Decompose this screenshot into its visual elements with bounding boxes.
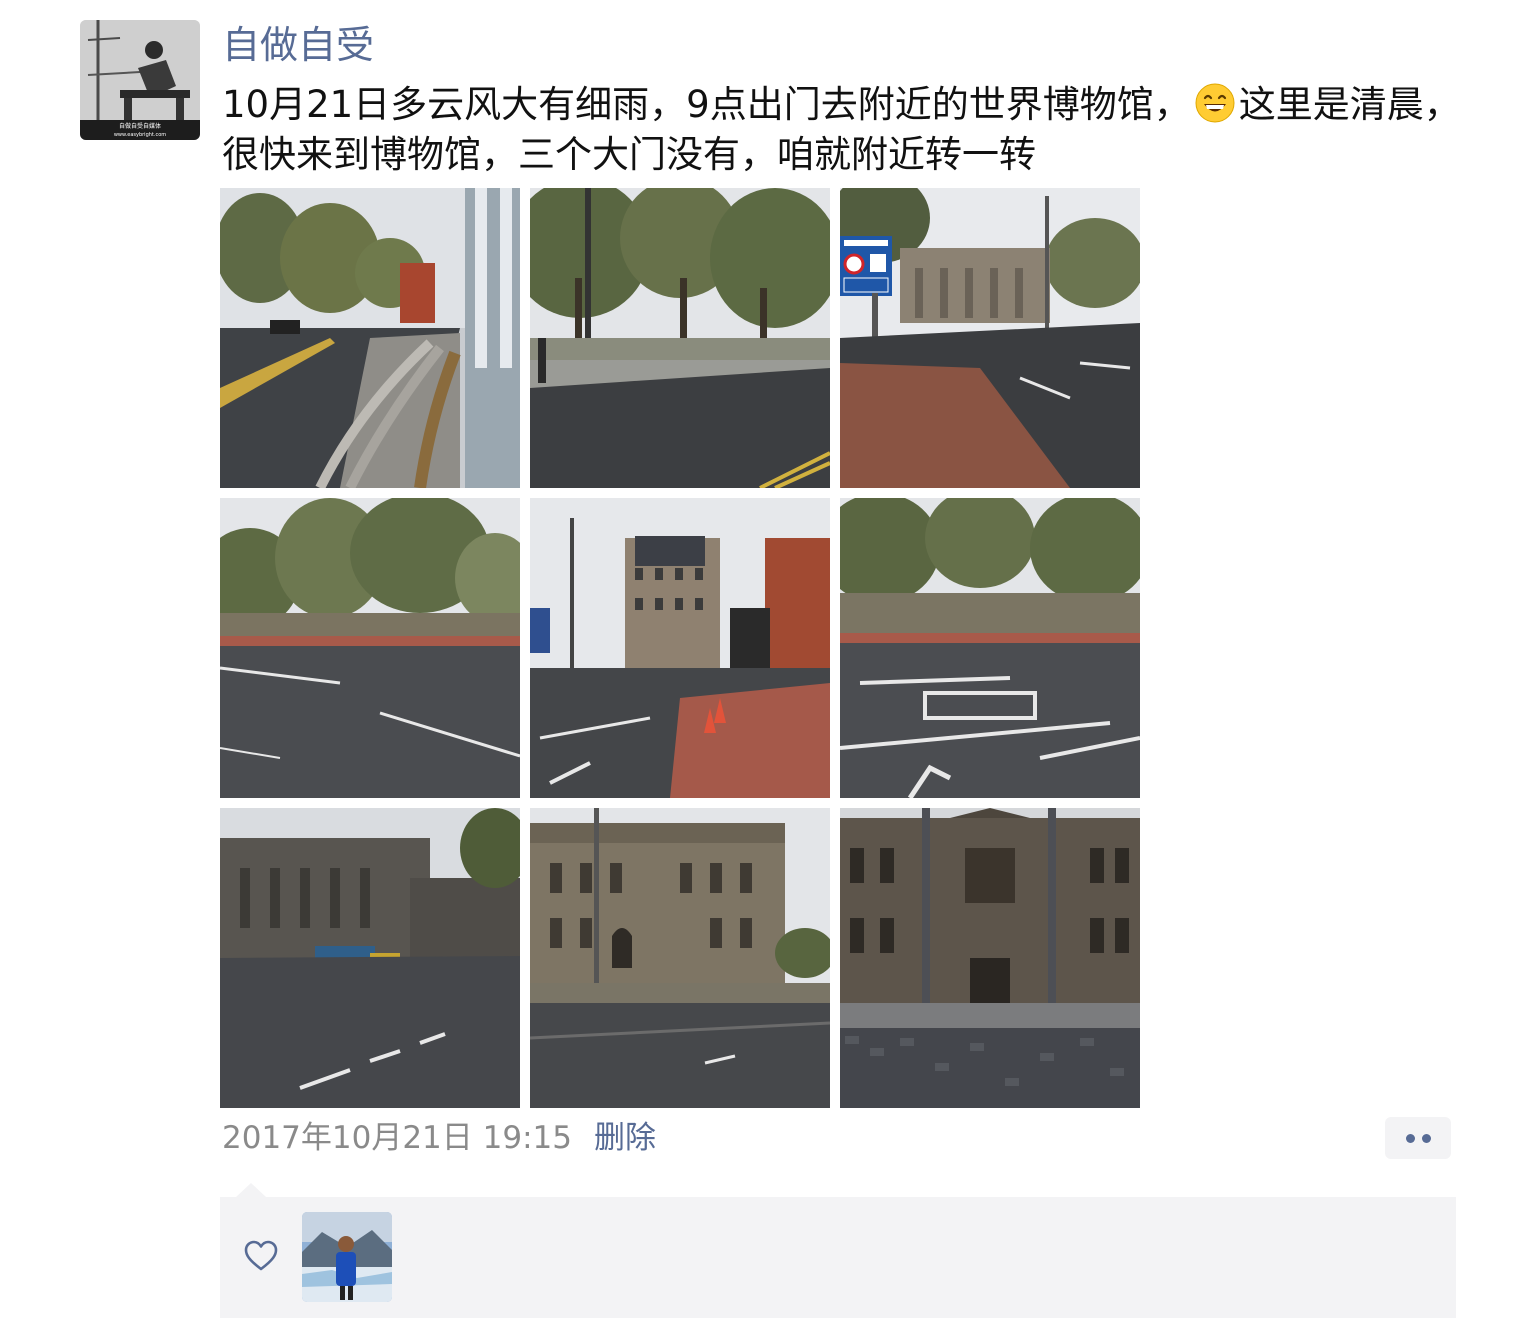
- delete-link[interactable]: 删除: [594, 1116, 656, 1160]
- liker-avatar[interactable]: [302, 1212, 392, 1302]
- photo-trees-road[interactable]: [530, 188, 830, 488]
- photo-grid: [220, 188, 1140, 1108]
- author-name[interactable]: 自做自受: [222, 22, 374, 68]
- avatar-watermark: 自做自受自媒体: [119, 122, 161, 130]
- more-dot-icon: [1406, 1134, 1415, 1143]
- author-avatar[interactable]: 自做自受自媒体 www.easybright.com: [80, 20, 200, 140]
- grinning-face-emoji-icon: [1195, 83, 1235, 123]
- post-timestamp: 2017年10月21日 19:15: [222, 1120, 572, 1156]
- photo-park-road[interactable]: [220, 498, 520, 798]
- photo-street-steps[interactable]: [220, 188, 520, 488]
- post-text-part1: 10月21日多云风大有细雨，9点出门去附近的世界博物馆，: [222, 83, 1191, 126]
- photo-junction-buildings[interactable]: [530, 498, 830, 798]
- likes-panel-caret: [236, 1183, 266, 1197]
- photo-museum-wide[interactable]: [220, 808, 520, 1108]
- post-text: 10月21日多云风大有细雨，9点出门去附近的世界博物馆， 这里是清晨，很快来到博…: [222, 80, 1462, 180]
- photo-curved-building[interactable]: [530, 808, 830, 1108]
- more-dot-icon: [1422, 1134, 1431, 1143]
- photo-tunnel-sign[interactable]: [840, 188, 1140, 488]
- photo-road-markings[interactable]: [840, 498, 1140, 798]
- heart-outline-icon: [244, 1240, 278, 1271]
- likes-panel: [220, 1197, 1456, 1318]
- avatar-url-text: www.easybright.com: [114, 132, 166, 138]
- photo-museum-facade[interactable]: [840, 808, 1140, 1108]
- more-options-button[interactable]: [1385, 1117, 1451, 1159]
- author-avatar-image: 自做自受自媒体 www.easybright.com: [80, 20, 200, 140]
